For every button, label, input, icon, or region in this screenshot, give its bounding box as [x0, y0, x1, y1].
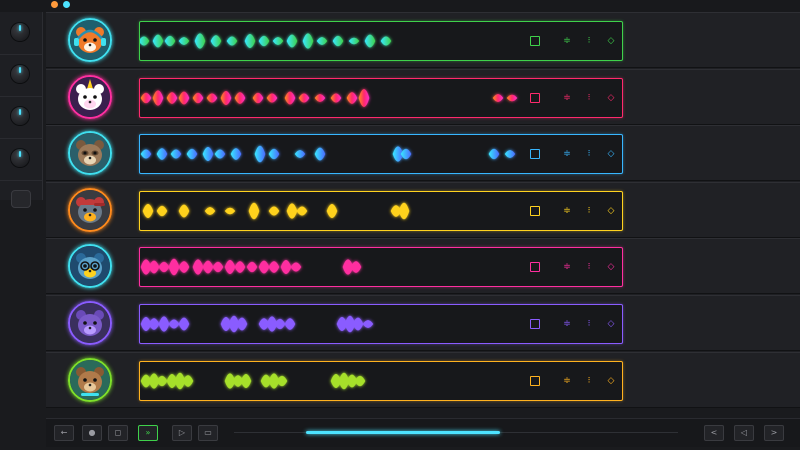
owl-avatar-icon[interactable] [68, 244, 112, 289]
bear-avatar-icon[interactable] [68, 357, 112, 402]
chevron-left-icon[interactable]: < [704, 425, 724, 441]
equalizer-icon[interactable]: ≑ [558, 204, 576, 218]
square-icon[interactable] [526, 147, 544, 161]
equalizer-icon[interactable]: ≑ [558, 374, 576, 388]
knob-cell [0, 54, 42, 97]
waveform [140, 259, 376, 276]
unicorn-avatar-icon[interactable] [68, 74, 112, 119]
progress-fill [306, 431, 501, 434]
track-row-cat[interactable]: ≑ ⁝ ◇ [46, 295, 800, 351]
diamond-icon[interactable]: ◇ [602, 34, 620, 48]
play-icon[interactable]: ▷ [172, 425, 192, 441]
fox-avatar-icon[interactable] [68, 18, 112, 62]
knob-cell [0, 12, 42, 55]
stop-icon[interactable]: ◻ [108, 425, 128, 441]
equalizer-icon[interactable]: ≑ [558, 91, 576, 105]
knob-cell [0, 138, 42, 181]
equalizer-icon[interactable]: ≑ [558, 34, 576, 48]
waveform-panel[interactable]: ≑ ⁝ ◇ [139, 247, 623, 288]
track-row-fox[interactable]: ≑ ⁝ ◇ [46, 12, 800, 68]
track-row-duck[interactable]: ≑ ⁝ ◇ [46, 181, 800, 238]
track-row-sloth[interactable]: ≑ ⁝ ◇ [46, 125, 800, 182]
waveform-panel[interactable]: ≑ ⁝ ◇ [139, 21, 623, 61]
waveform-panel[interactable]: ≑ ⁝ ◇ [139, 134, 623, 175]
duck-avatar-icon[interactable] [68, 187, 112, 232]
dots-icon[interactable]: ⁝ [580, 260, 598, 274]
diamond-icon[interactable]: ◇ [602, 147, 620, 161]
waveform [140, 33, 408, 49]
waveform-panel[interactable]: ≑ ⁝ ◇ [139, 304, 623, 344]
dots-icon[interactable]: ⁝ [580, 147, 598, 161]
transport-bar: ← ● ◻ » ▷ ▭ < ◁ > [46, 418, 800, 447]
window-dot-cyan[interactable] [63, 1, 70, 8]
waveform-panel[interactable]: ≑ ⁝ ◇ [139, 77, 623, 118]
back-arrow-icon[interactable]: ← [54, 425, 74, 441]
square-icon[interactable] [526, 374, 544, 388]
knob-1[interactable] [11, 23, 29, 41]
title-bar [0, 0, 800, 12]
equalizer-icon[interactable]: ≑ [558, 147, 576, 161]
sloth-avatar-icon[interactable] [68, 131, 112, 176]
diamond-icon[interactable]: ◇ [602, 317, 620, 331]
dots-icon[interactable]: ⁝ [580, 317, 598, 331]
waveform-panel[interactable]: ≑ ⁝ ◇ [139, 190, 623, 231]
square-icon[interactable] [526, 204, 544, 218]
dots-icon[interactable]: ⁝ [580, 91, 598, 105]
waveform [140, 145, 530, 163]
sidebar [0, 12, 43, 208]
dots-icon[interactable]: ⁝ [580, 204, 598, 218]
window-dot-orange[interactable] [51, 1, 58, 8]
cat-avatar-icon[interactable] [68, 301, 112, 345]
knob-3[interactable] [11, 107, 29, 125]
diamond-icon[interactable]: ◇ [602, 204, 620, 218]
track-row-owl[interactable]: ≑ ⁝ ◇ [46, 238, 800, 295]
diamond-icon[interactable]: ◇ [602, 91, 620, 105]
waveform [142, 202, 526, 220]
waveform [140, 372, 376, 389]
tag-icon[interactable]: ◁ [734, 425, 754, 441]
chevron-right-icon[interactable]: > [764, 425, 784, 441]
track-row-unicorn[interactable]: ≑ ⁝ ◇ [46, 68, 800, 125]
waveform-panel[interactable]: ≑ ⁝ ◇ [139, 360, 623, 401]
square-icon[interactable] [526, 34, 544, 48]
progress-track[interactable] [234, 431, 678, 434]
record-icon[interactable]: ● [82, 425, 102, 441]
knob-cell [0, 96, 42, 139]
knob-4[interactable] [11, 149, 29, 167]
square-icon[interactable] [526, 91, 544, 105]
waveform [140, 88, 530, 107]
equalizer-icon[interactable]: ≑ [558, 317, 576, 331]
dots-icon[interactable]: ⁝ [580, 374, 598, 388]
square-icon[interactable] [526, 317, 544, 331]
equalizer-icon[interactable]: ≑ [558, 260, 576, 274]
diamond-icon[interactable]: ◇ [602, 260, 620, 274]
diamond-icon[interactable]: ◇ [602, 374, 620, 388]
dots-icon[interactable]: ⁝ [580, 34, 598, 48]
square-icon[interactable] [526, 260, 544, 274]
waveform [140, 315, 380, 333]
fast-forward-icon[interactable]: » [138, 425, 158, 441]
window-icon[interactable]: ▭ [198, 425, 218, 441]
sidebar-toggle-button[interactable] [11, 190, 31, 208]
track-row-bear[interactable]: ≑ ⁝ ◇ [46, 351, 800, 408]
knob-2[interactable] [11, 65, 29, 83]
track-list: ≑ ⁝ ◇ ≑ ⁝ ◇ ≑ ⁝ ◇ ≑ ⁝ ◇ ≑ ⁝ ◇ ≑ ⁝ ◇ ≑ ⁝ ◇ [46, 12, 800, 408]
